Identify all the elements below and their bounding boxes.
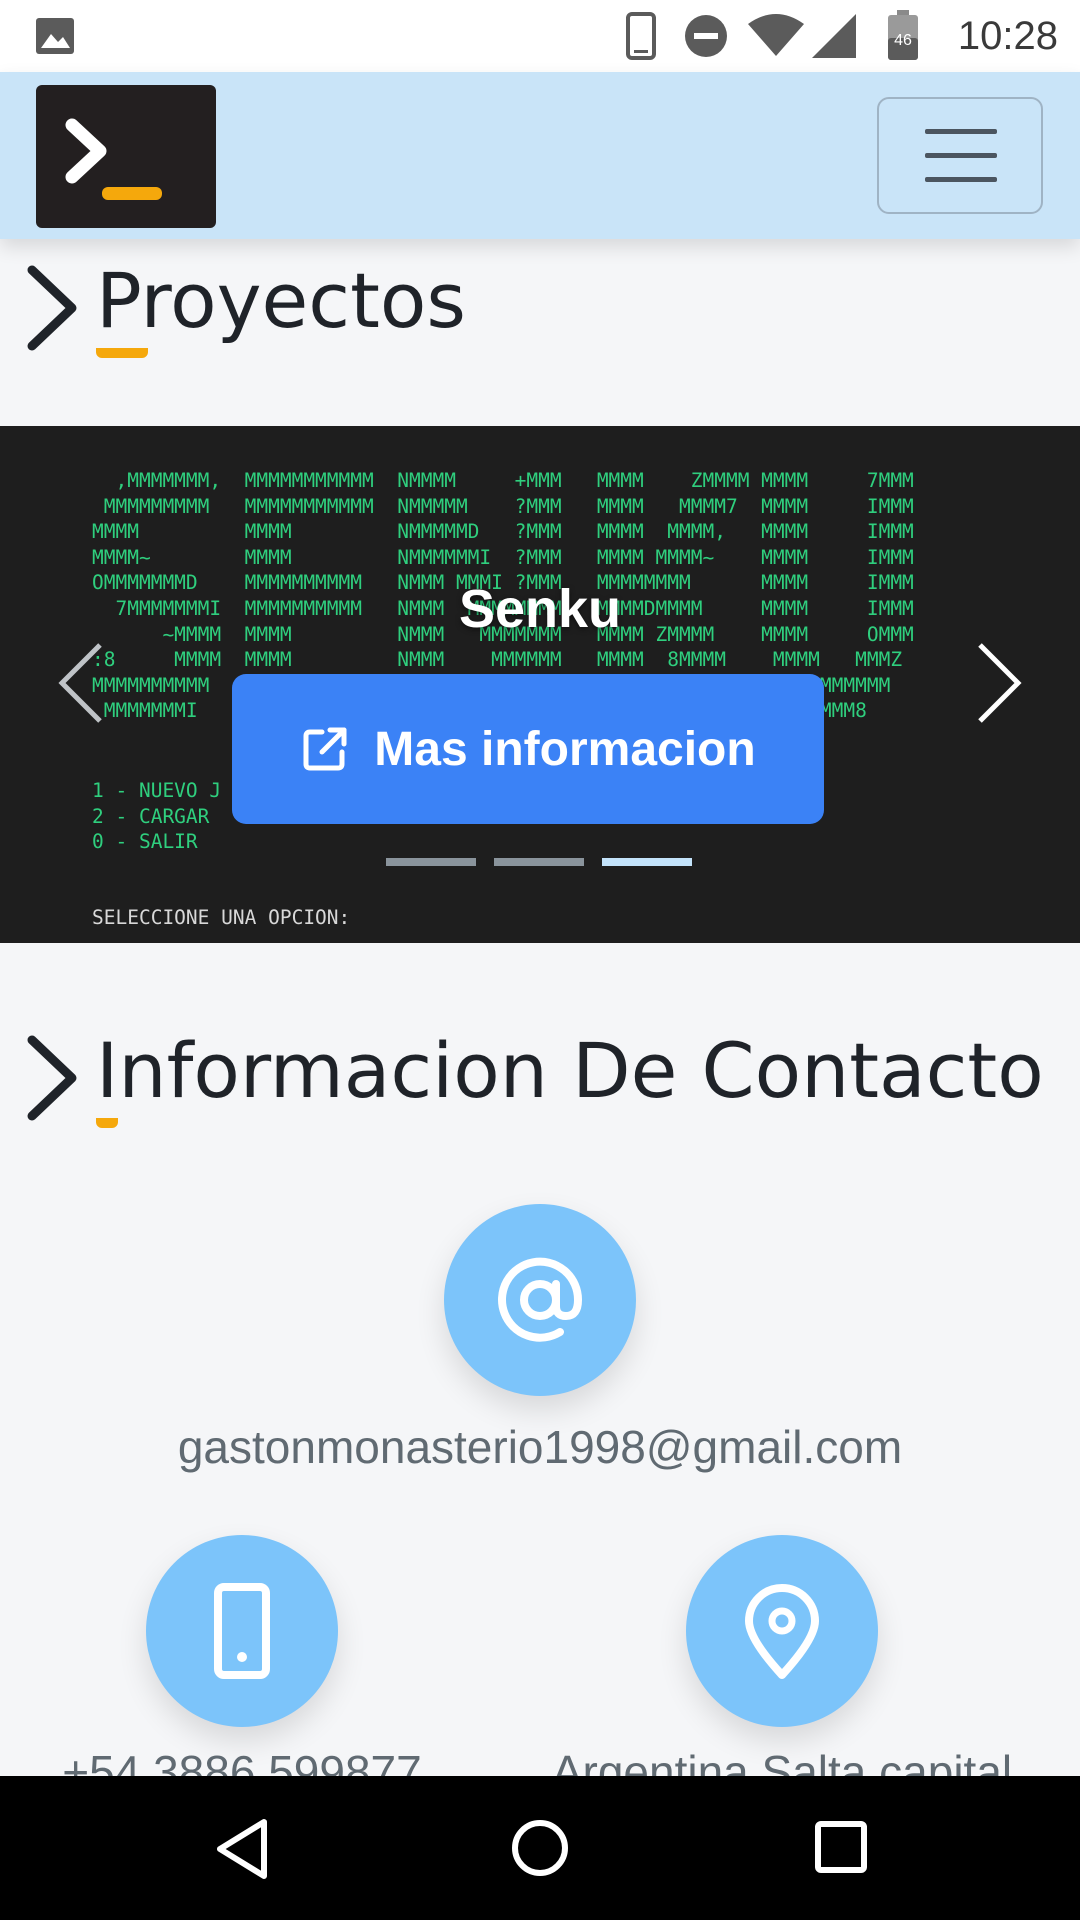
projects-carousel[interactable]: ,MMMMMMM, MMMMMMMMMMM NMMMM +MMM MMMM ZM… xyxy=(0,426,1080,943)
contact-title: Informacion De Contacto xyxy=(96,1026,1044,1115)
logo[interactable] xyxy=(36,85,216,228)
home-icon[interactable] xyxy=(510,1818,570,1878)
hamburger-menu-icon xyxy=(925,129,997,134)
do-not-disturb-icon xyxy=(685,15,727,57)
wifi-icon xyxy=(748,14,804,56)
terminal-prompt-icon xyxy=(65,118,162,200)
title-underline xyxy=(96,1118,118,1128)
clock: 10:28 xyxy=(957,14,1058,58)
title-underline xyxy=(96,348,148,358)
projects-title: Proyectos xyxy=(96,256,466,345)
back-icon[interactable] xyxy=(212,1816,272,1882)
mobile-phone-icon xyxy=(214,1583,270,1679)
status-bar: 46 10:28 xyxy=(0,0,1080,72)
recents-icon[interactable] xyxy=(814,1820,868,1874)
chevron-left-icon[interactable] xyxy=(56,641,106,725)
location-circle[interactable] xyxy=(686,1535,878,1727)
map-pin-icon xyxy=(745,1584,819,1679)
carousel-indicator-active[interactable] xyxy=(602,858,692,866)
system-navigation-bar xyxy=(0,1776,1080,1920)
section-chevron-icon xyxy=(27,1035,77,1121)
battery-level: 46 xyxy=(894,32,912,49)
carousel-indicator[interactable] xyxy=(386,858,476,866)
site-navbar xyxy=(0,72,1080,239)
email-circle[interactable] xyxy=(444,1204,636,1396)
cell-signal-icon xyxy=(812,14,856,58)
phone-icon xyxy=(626,12,656,60)
email-text[interactable]: gastonmonasterio1998@gmail.com xyxy=(0,1420,1080,1474)
carousel-indicator[interactable] xyxy=(494,858,584,866)
more-info-label: Mas informacion xyxy=(374,722,756,776)
menu-toggle-button[interactable] xyxy=(877,97,1043,214)
section-chevron-icon xyxy=(27,265,77,351)
phone-circle[interactable] xyxy=(146,1535,338,1727)
chevron-right-icon[interactable] xyxy=(974,641,1024,725)
at-sign-icon xyxy=(498,1257,583,1342)
terminal-prompt: SELECCIONE UNA OPCION: xyxy=(92,906,351,929)
image-icon xyxy=(36,18,74,54)
external-link-icon xyxy=(303,727,347,771)
terminal-menu: 1 - NUEVO J 2 - CARGAR 0 - SALIR xyxy=(92,779,222,854)
battery-icon: 46 xyxy=(888,10,918,60)
more-info-button[interactable]: Mas informacion xyxy=(232,674,824,824)
slide-title: Senku xyxy=(458,579,622,639)
